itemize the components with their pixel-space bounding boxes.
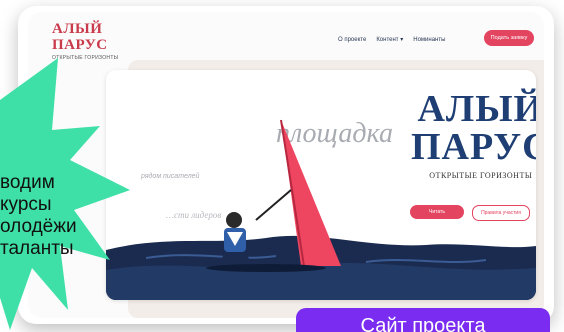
rules-button[interactable]: Правила участия — [472, 205, 530, 221]
brand-line-2: ПАРУС — [411, 126, 536, 168]
hero-brand: АЛЫЙ ПАРУС ОТКРЫТЫЕ ГОРИЗОНТЫ — [411, 90, 536, 180]
promo-text: водим курсы олодёжи таланты — [0, 172, 77, 259]
nav-item-about[interactable]: О проекте — [338, 37, 366, 43]
promo-line-4: таланты — [0, 237, 74, 259]
promo-line-3: олодёжи — [0, 215, 77, 237]
brand-line-1: АЛЫЙ — [417, 88, 536, 130]
top-nav: О проекте Контент ▾ Номинанты — [338, 36, 445, 44]
screen: АЛЫЙ ПАРУС ОТКРЫТЫЕ ГОРИЗОНТЫ О проекте … — [0, 0, 564, 332]
project-site-button[interactable]: Сайт проекта — [296, 308, 550, 332]
nav-item-nominees[interactable]: Номинанты — [413, 37, 445, 43]
brand-tagline: ОТКРЫТЫЕ ГОРИЗОНТЫ — [429, 171, 533, 180]
logo-line-1: АЛЫЙ — [52, 21, 103, 37]
read-button[interactable]: Читать — [410, 205, 464, 219]
chevron-down-icon: ▾ — [400, 37, 404, 43]
nav-item-content[interactable]: Контент ▾ — [376, 36, 403, 43]
submit-application-button[interactable]: Подать заявку — [484, 30, 534, 46]
promo-line-1: водим — [0, 172, 55, 193]
promo-line-2: курсы — [0, 193, 52, 215]
